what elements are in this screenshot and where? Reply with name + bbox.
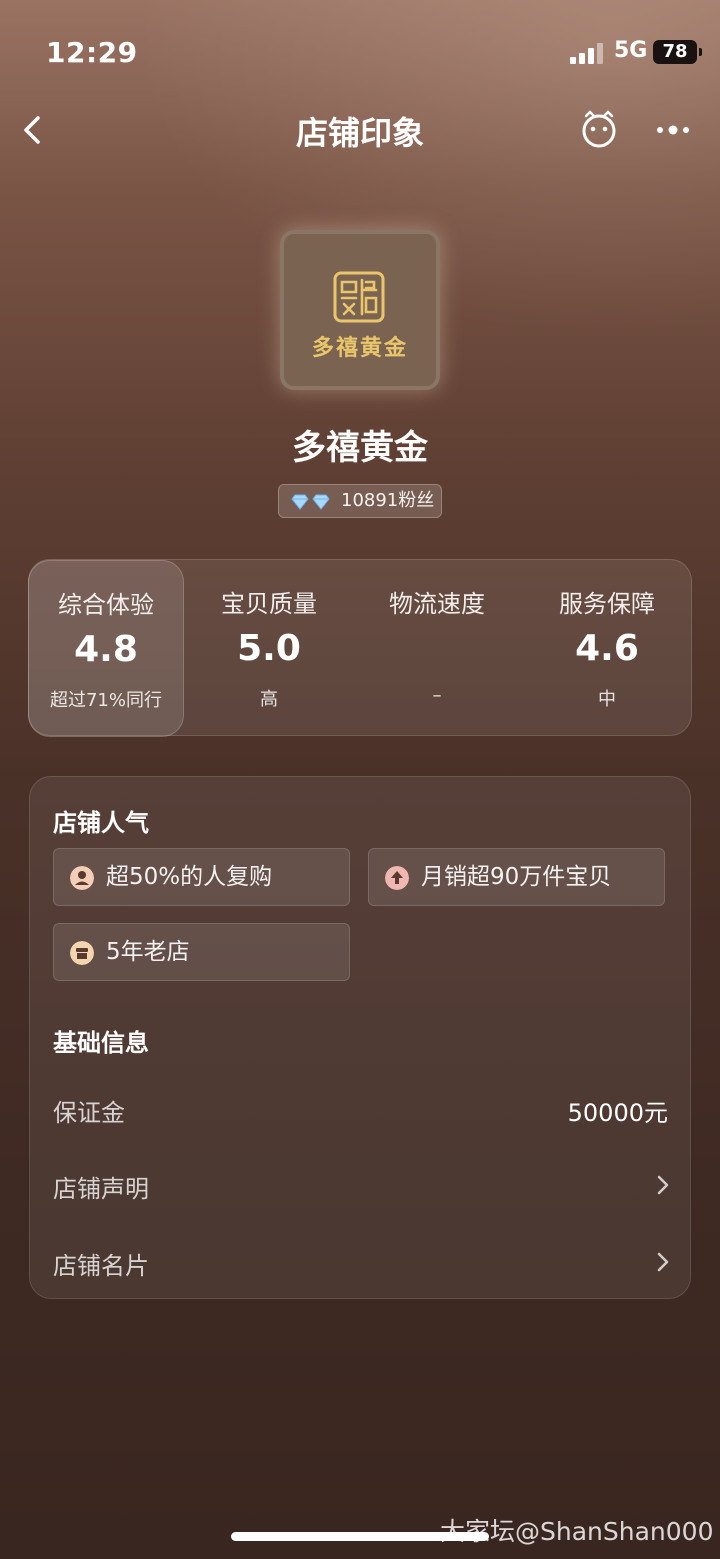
assistant-button[interactable] <box>578 108 620 150</box>
diamond-icon <box>312 494 330 510</box>
tag-monthly-sales[interactable]: 月销超90万件宝贝 <box>368 848 665 906</box>
person-icon <box>70 866 94 890</box>
fans-badge: 10891粉丝 <box>278 484 442 518</box>
shop-name: 多禧黄金 <box>292 428 428 468</box>
logo-text: 多禧黄金 <box>311 335 408 361</box>
row-label: 店铺名片 <box>53 1252 149 1280</box>
fans-count: 10891粉丝 <box>341 490 435 511</box>
score-sub: 高 <box>260 689 278 710</box>
score-logistics[interactable]: 物流速度 – <box>357 560 517 737</box>
score-label: 物流速度 <box>389 590 485 618</box>
deposit-value: 50000元 <box>567 1099 668 1127</box>
score-value: 4.6 <box>575 628 639 669</box>
tag-repurchase[interactable]: 超50%的人复购 <box>53 848 350 906</box>
tag-label: 月销超90万件宝贝 <box>421 864 612 890</box>
score-card: 综合体验 4.8 超过71%同行 宝贝质量 5.0 高 物流速度 – 服务保障 … <box>28 559 692 737</box>
tag-label: 5年老店 <box>106 939 190 965</box>
seal-logo-icon <box>333 271 385 323</box>
status-time: 12:29 <box>46 36 138 69</box>
more-dots-icon <box>657 125 689 135</box>
score-label: 服务保障 <box>559 590 655 618</box>
score-sub: – <box>432 685 442 706</box>
tag-store-age[interactable]: 5年老店 <box>53 923 350 981</box>
score-label: 综合体验 <box>58 591 154 619</box>
score-sub: 中 <box>598 689 616 710</box>
arrow-up-icon <box>385 866 409 890</box>
chevron-right-icon <box>657 1252 669 1272</box>
score-sub: 超过71%同行 <box>49 690 162 711</box>
nav-bar: 店铺印象 <box>0 100 720 160</box>
row-deposit: 保证金 50000元 <box>30 1079 692 1139</box>
info-card: 店铺人气 超50%的人复购 月销超90万件宝贝 5年老店 基础信息 保证金 50… <box>29 776 691 1299</box>
row-store-card[interactable]: 店铺名片 <box>30 1232 692 1292</box>
score-label: 宝贝质量 <box>221 590 317 618</box>
battery-icon: 78 <box>653 40 702 64</box>
score-item-quality[interactable]: 宝贝质量 5.0 高 <box>189 560 349 737</box>
watermark: 大家坛@ShanShan000 <box>440 1517 714 1546</box>
score-value: 4.8 <box>74 629 138 670</box>
store-icon <box>70 941 94 965</box>
row-label: 保证金 <box>53 1099 125 1127</box>
score-value: 5.0 <box>237 628 301 669</box>
chevron-right-icon <box>657 1175 669 1195</box>
row-label: 店铺声明 <box>53 1175 149 1203</box>
score-overall[interactable]: 综合体验 4.8 超过71%同行 <box>28 560 184 737</box>
shop-logo[interactable]: 多禧黄金 <box>280 230 440 390</box>
signal-icon <box>570 42 604 64</box>
tag-label: 超50%的人复购 <box>106 864 273 890</box>
score-service[interactable]: 服务保障 4.6 中 <box>527 560 687 737</box>
network-label: 5G <box>614 38 648 63</box>
diamond-icon <box>291 494 309 510</box>
more-button[interactable] <box>652 110 694 150</box>
robot-face-icon <box>582 110 616 148</box>
popularity-title: 店铺人气 <box>53 809 149 837</box>
row-store-statement[interactable]: 店铺声明 <box>30 1155 692 1215</box>
status-bar: 12:29 5G 78 <box>0 0 720 100</box>
basic-info-title: 基础信息 <box>53 1029 149 1057</box>
